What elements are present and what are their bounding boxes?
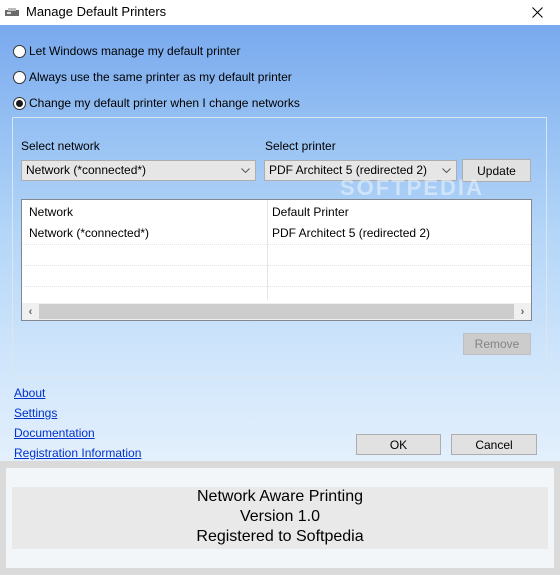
radio-button-checked[interactable] (13, 96, 26, 110)
table-row[interactable]: Network (*connected*) PDF Architect 5 (r… (22, 223, 531, 244)
radio-label: Let Windows manage my default printer (29, 44, 241, 58)
info-panel: Network Aware Printing Version 1.0 Regis… (0, 461, 560, 575)
cell-default-printer: PDF Architect 5 (redirected 2) (272, 226, 431, 240)
table-header: Network Default Printer (22, 202, 531, 223)
registration-information-link[interactable]: Registration Information (14, 446, 141, 460)
column-header-default-printer[interactable]: Default Printer (272, 202, 349, 223)
cancel-button[interactable]: Cancel (451, 434, 537, 455)
horizontal-scrollbar[interactable]: ‹ › (22, 303, 531, 320)
radio-button[interactable] (13, 70, 26, 84)
window-title: Manage Default Printers (26, 4, 167, 19)
title-bar: Manage Default Printers (0, 0, 560, 25)
select-printer-label: Select printer (265, 139, 336, 153)
column-header-network[interactable]: Network (29, 202, 73, 223)
radio-label: Always use the same printer as my defaul… (29, 70, 292, 84)
radio-button[interactable] (13, 44, 26, 58)
remove-button[interactable]: Remove (463, 333, 531, 355)
update-button[interactable]: Update (462, 159, 531, 182)
cell-network: Network (*connected*) (29, 226, 150, 240)
printer-dropdown[interactable]: PDF Architect 5 (redirected 2) (264, 160, 457, 181)
documentation-link[interactable]: Documentation (14, 426, 95, 440)
chevron-down-icon (239, 161, 251, 180)
info-panel-inner: Network Aware Printing Version 1.0 Regis… (6, 468, 554, 568)
grid-line (22, 265, 531, 266)
scroll-right-icon[interactable]: › (514, 303, 531, 320)
network-dropdown-value: Network (*connected*) (26, 163, 147, 177)
close-icon (531, 7, 543, 18)
network-printer-table[interactable]: Network Default Printer Network (*connec… (21, 199, 532, 321)
ok-button[interactable]: OK (356, 434, 441, 455)
registration-status: Registered to Softpedia (196, 528, 364, 545)
radio-windows-manage[interactable]: Let Windows manage my default printer (13, 44, 240, 58)
dialog-body: Let Windows manage my default printer Al… (0, 25, 560, 575)
product-info: Network Aware Printing Version 1.0 Regis… (12, 487, 548, 549)
grid-line (22, 244, 531, 245)
radio-change-per-network[interactable]: Change my default printer when I change … (13, 96, 300, 110)
select-network-label: Select network (21, 139, 100, 153)
product-version: Version 1.0 (239, 508, 321, 525)
chevron-down-icon (440, 161, 452, 180)
grid-line (22, 286, 531, 287)
close-button[interactable] (514, 0, 560, 25)
printer-dropdown-value: PDF Architect 5 (redirected 2) (269, 163, 428, 177)
printer-icon (5, 8, 19, 16)
scroll-left-icon[interactable]: ‹ (22, 303, 39, 320)
network-dropdown[interactable]: Network (*connected*) (21, 160, 256, 181)
radio-same-printer[interactable]: Always use the same printer as my defaul… (13, 70, 292, 84)
radio-label: Change my default printer when I change … (29, 96, 300, 110)
scrollbar-thumb[interactable] (39, 304, 514, 319)
about-link[interactable]: About (14, 386, 45, 400)
column-separator (267, 200, 268, 300)
product-name: Network Aware Printing (197, 488, 363, 505)
settings-link[interactable]: Settings (14, 406, 57, 420)
